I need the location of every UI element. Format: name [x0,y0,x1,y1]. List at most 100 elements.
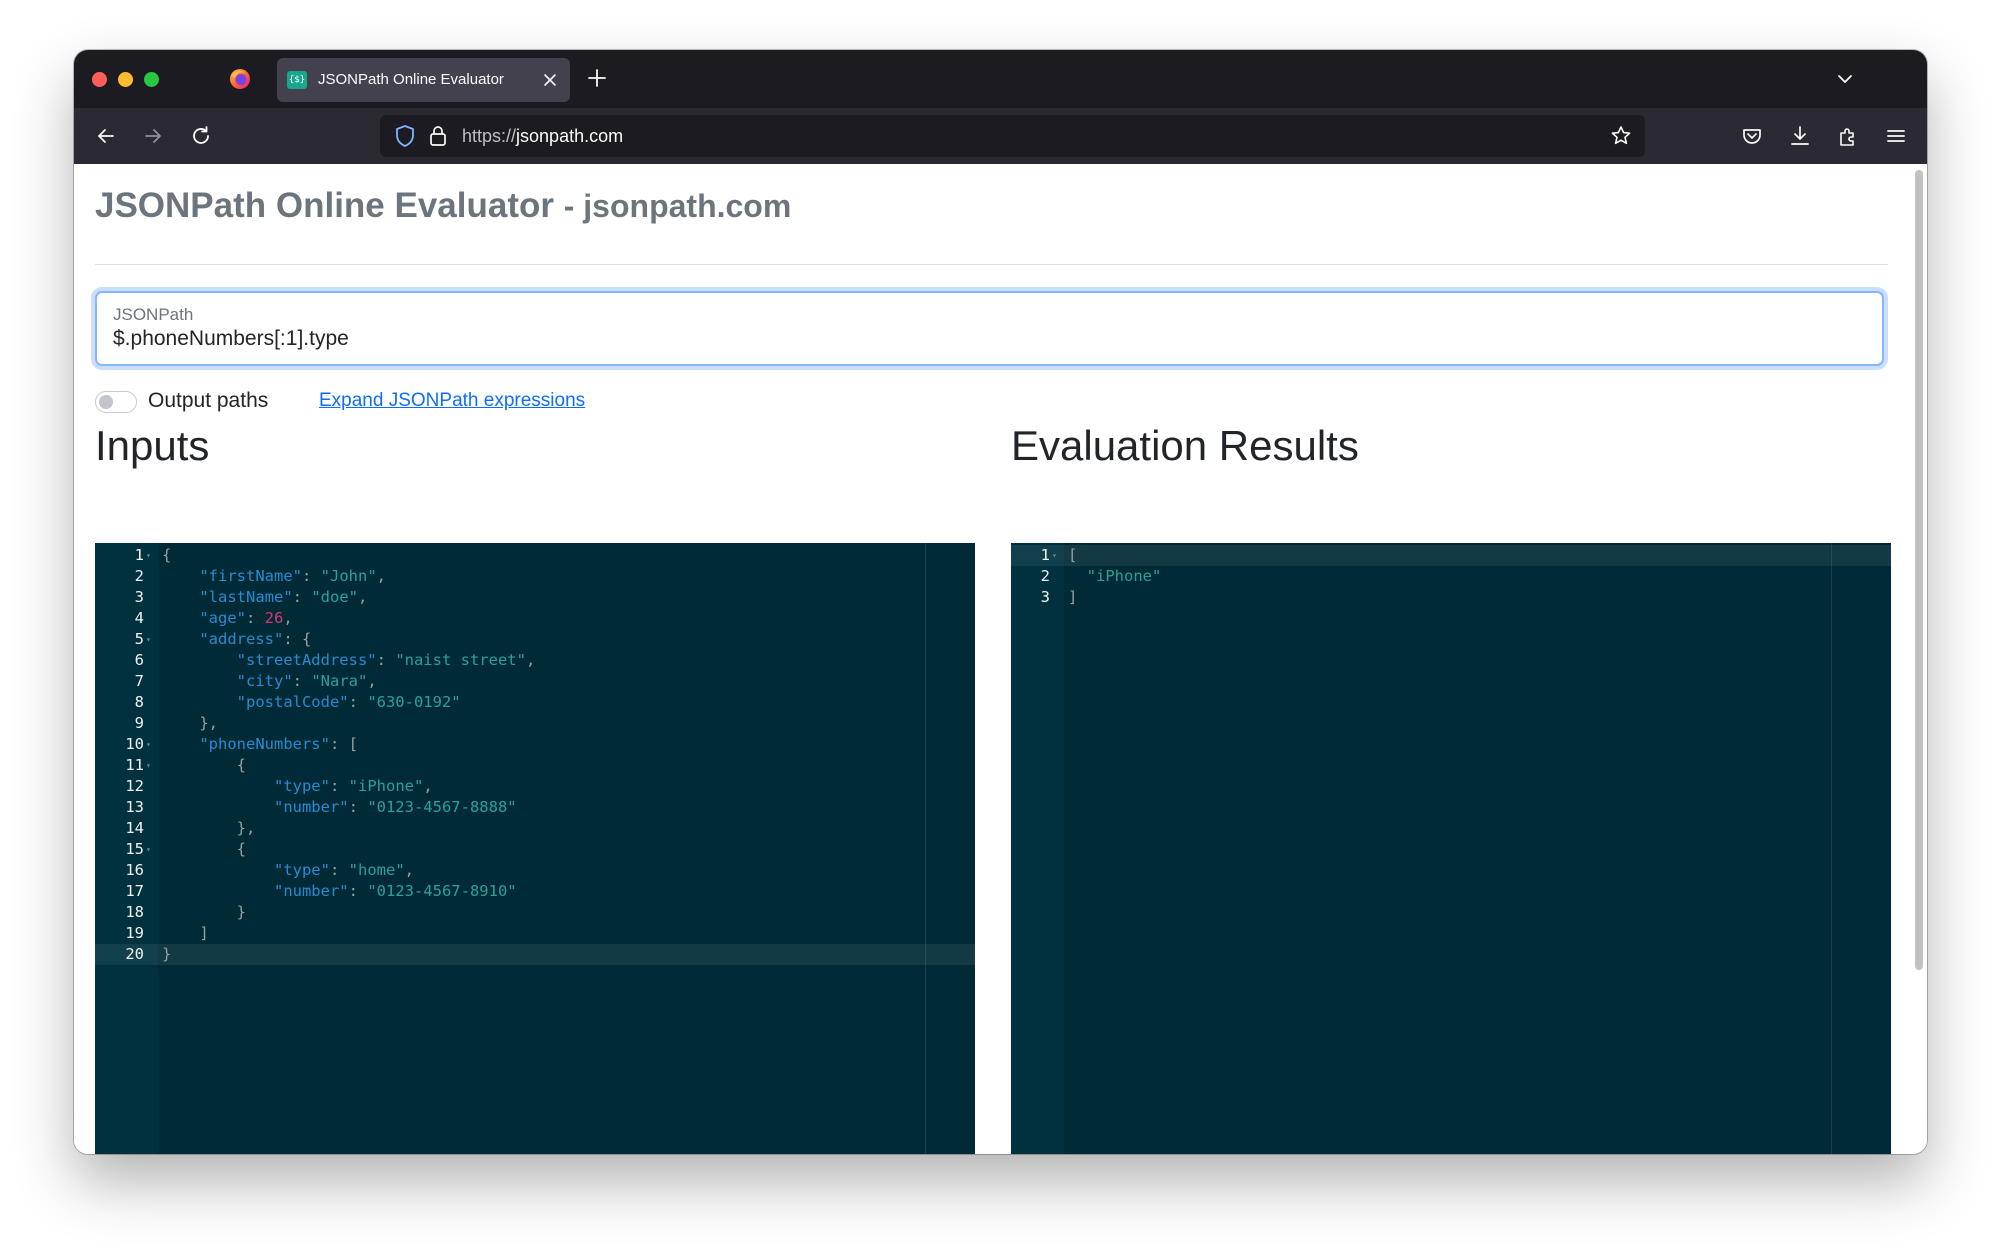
minimize-window-button[interactable] [118,72,133,87]
code-token: }, [162,714,218,732]
code-token: : [329,861,349,879]
code-token: { [162,546,172,564]
line-number: 1 ▾ [134,546,151,564]
code-token: "number" [273,798,349,816]
tab-jsonpath[interactable]: {$} JSONPath Online Evaluator [277,58,570,102]
output-paths-toggle[interactable] [95,391,137,413]
reload-icon[interactable] [189,124,213,148]
code-token: "naist street" [395,651,526,669]
jsonpath-input[interactable] [113,327,1853,351]
code-line[interactable]: } [162,944,171,965]
downloads-icon[interactable] [1788,124,1812,148]
code-line[interactable]: "city": "Nara", [162,671,377,692]
line-number: 3 [134,588,144,606]
code-line[interactable]: }, [162,713,218,734]
code-token: [ [1068,546,1078,564]
code-token: : [292,672,312,690]
code-token: "John" [320,567,377,585]
forward-arrow-icon[interactable] [141,124,165,148]
code-line[interactable]: "phoneNumbers": [ [162,734,358,755]
code-token: : [292,588,312,606]
url-text[interactable]: https://jsonpath.com [462,126,623,147]
code-line[interactable]: [ [1068,545,1077,566]
code-token: { [162,840,246,858]
new-tab-plus-icon[interactable] [586,67,608,89]
line-number: 17 [125,882,144,900]
back-arrow-icon[interactable] [94,124,118,148]
code-token: "city" [236,672,293,690]
page-title: JSONPath Online Evaluator - jsonpath.com [95,186,792,225]
code-line[interactable]: "lastName": "doe", [162,587,367,608]
code-line[interactable]: "streetAddress": "naist street", [162,650,536,671]
code-line[interactable]: "postalCode": "630-0192" [162,692,461,713]
line-number: 14 [125,819,144,837]
input-json-editor[interactable]: 1 ▾ {2 "firstName": "John", 3 "lastName": "… [95,543,975,1154]
line-number: 8 [134,693,144,711]
code-token: : [348,693,368,711]
code-line[interactable]: "type": "home", [162,860,414,881]
output-paths-label: Output paths [148,389,269,412]
bookmark-star-icon[interactable] [1609,124,1633,148]
input-print-margin [925,543,926,1154]
code-line[interactable]: "firstName": "John", [162,566,386,587]
line-number: 11 ▾ [125,756,151,774]
page-content: JSONPath Online Evaluator - jsonpath.com… [74,164,1927,1154]
fold-toggle-icon[interactable]: ▾ [1052,545,1057,566]
active-line-highlight [95,944,975,965]
zoom-window-button[interactable] [144,72,159,87]
code-line[interactable]: "number": "0123-4567-8910" [162,881,517,902]
code-line[interactable]: { [162,839,246,860]
fold-toggle-icon[interactable]: ▾ [146,839,151,860]
code-token: 26 [264,609,284,627]
code-line[interactable]: ] [1068,587,1077,608]
line-number: 9 [134,714,144,732]
list-all-tabs-chevron-down-icon[interactable] [1835,69,1855,89]
menu-hamburger-icon[interactable] [1884,124,1908,148]
line-number: 3 [1040,588,1050,606]
lock-icon[interactable] [428,124,448,148]
expand-jsonpath-expressions-link[interactable]: Expand JSONPath expressions [319,390,585,412]
code-token: , [358,588,368,606]
close-tab-icon[interactable] [540,70,560,90]
result-json-editor[interactable]: 1 ▾ [2 "iPhone" 3] [1011,543,1891,1154]
jsonpath-input-container[interactable]: JSONPath [95,291,1884,366]
code-token: "firstName" [199,567,302,585]
fold-toggle-icon[interactable]: ▾ [146,545,151,566]
address-bar[interactable]: https://jsonpath.com [380,115,1645,157]
active-line-highlight [1011,545,1891,566]
tracking-protection-shield-icon[interactable] [394,124,416,148]
code-line[interactable]: ] [162,923,208,944]
fold-toggle-icon[interactable]: ▾ [146,734,151,755]
code-line[interactable]: "iPhone" [1068,566,1162,587]
code-line[interactable]: } [162,902,246,923]
code-token: , [367,672,377,690]
jsonpath-label: JSONPath [113,305,194,324]
code-token: "streetAddress" [236,651,377,669]
pocket-icon[interactable] [1740,124,1764,148]
line-number: 1 ▾ [1040,546,1057,564]
close-window-button[interactable] [92,72,107,87]
code-line[interactable]: { [162,545,171,566]
code-line[interactable]: "address": { [162,629,311,650]
line-number: 16 [125,861,144,879]
line-number: 7 [134,672,144,690]
code-line[interactable]: { [162,755,246,776]
fold-toggle-icon[interactable]: ▾ [146,755,151,776]
code-token: "home" [348,861,405,879]
code-line[interactable]: "number": "0123-4567-8888" [162,797,517,818]
inputs-heading: Inputs [95,422,210,469]
code-line[interactable]: }, [162,818,256,839]
code-token: : [ [329,735,358,753]
code-line[interactable]: "type": "iPhone", [162,776,433,797]
firefox-icon[interactable] [228,67,252,91]
fold-toggle-icon[interactable]: ▾ [146,629,151,650]
code-line[interactable]: "age": 26, [162,608,292,629]
extensions-puzzle-icon[interactable] [1836,124,1860,148]
page-scrollbar[interactable] [1915,170,1923,970]
